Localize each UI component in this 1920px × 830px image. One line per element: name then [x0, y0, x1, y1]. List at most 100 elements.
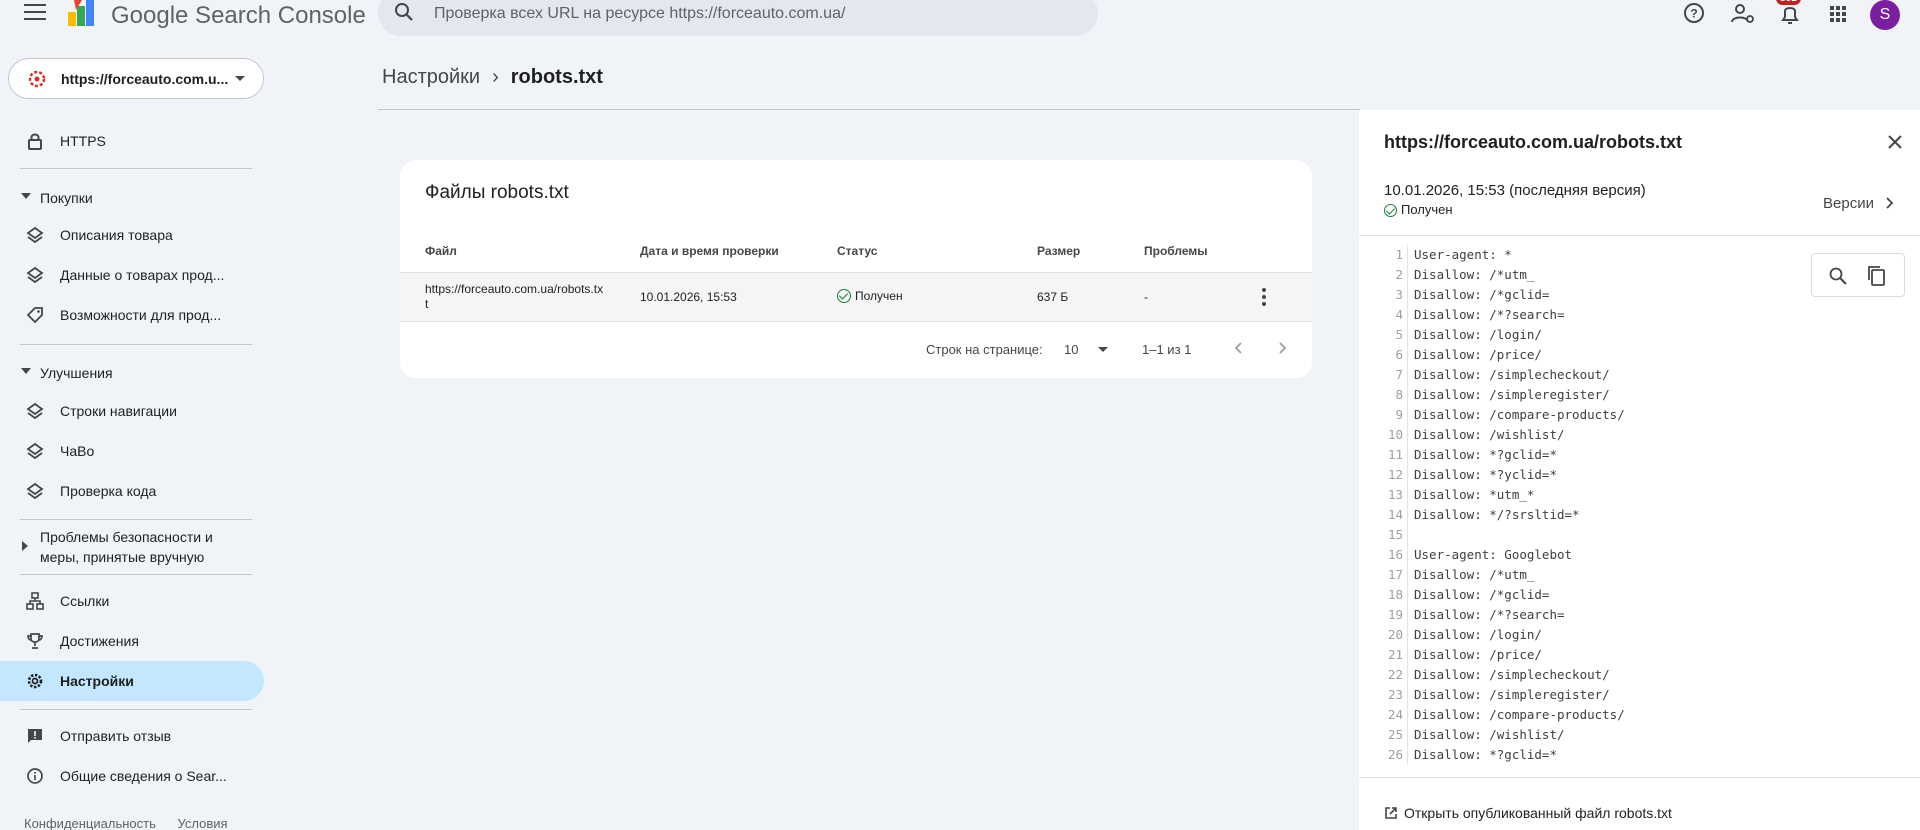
section-label: Покупки: [40, 190, 93, 206]
divider: [20, 168, 252, 169]
line-text: Disallow: /*gclid=: [1414, 287, 1550, 302]
section-enhancements[interactable]: Улучшения: [0, 361, 264, 385]
divider: [20, 709, 252, 710]
code-line: 17 Disallow: /*utm_: [1359, 565, 1920, 585]
chevron-down-icon: [235, 76, 245, 81]
line-number: 16: [1387, 547, 1403, 562]
sidebar-item-shopping-opportunities[interactable]: Возможности для прод...: [0, 295, 264, 335]
property-selector[interactable]: https://forceauto.com.u...: [8, 58, 264, 99]
divider: [20, 344, 252, 345]
property-gear-icon: [28, 70, 46, 88]
search-icon: [395, 3, 413, 21]
prev-page-icon[interactable]: [1232, 341, 1246, 355]
line-text: Disallow: /login/: [1414, 627, 1542, 642]
layers-icon: [26, 482, 44, 500]
section-shopping[interactable]: Покупки: [0, 186, 264, 210]
column-header-file: Файл: [425, 244, 457, 258]
line-number: 15: [1387, 527, 1403, 542]
sidebar-item-merchant-listings[interactable]: Данные о товарах прод...: [0, 255, 264, 295]
code-tools: [1811, 253, 1905, 297]
lock-icon: [28, 133, 42, 150]
copy-icon[interactable]: [1866, 264, 1888, 288]
search-placeholder: Проверка всех URL на ресурсе https://for…: [434, 5, 846, 22]
sidebar-item-product-snippets[interactable]: Описания товара: [0, 215, 264, 255]
sidebar-item-label: Проверка кода: [60, 483, 157, 499]
sidebar-item-breadcrumbs[interactable]: Строки навигации: [0, 391, 264, 431]
line-number: 6: [1395, 347, 1403, 362]
code-line: 7 Disallow: /simplecheckout/: [1359, 365, 1920, 385]
line-number: 17: [1387, 567, 1403, 582]
sitemap-icon: [26, 592, 44, 610]
sidebar-item-achievements[interactable]: Достижения: [0, 621, 264, 661]
menu-icon[interactable]: [24, 4, 46, 20]
sidebar-item-label: Настройки: [60, 673, 134, 689]
section-label: Проблемы безопасности и меры, принятые в…: [40, 529, 213, 565]
line-text: Disallow: /*?search=: [1414, 607, 1565, 622]
line-text: Disallow: *?gclid=*: [1414, 447, 1557, 462]
chevron-down-icon: [1098, 347, 1109, 352]
line-number: 22: [1387, 667, 1403, 682]
sidebar-item-faq[interactable]: ЧаВо: [0, 431, 264, 471]
sidebar-item-label: Строки навигации: [60, 403, 177, 419]
account-avatar[interactable]: S: [1870, 0, 1900, 30]
url-inspection-search[interactable]: Проверка всех URL на ресурсе https://for…: [378, 0, 1098, 36]
checked-date: 10.01.2026, 15:53: [640, 290, 737, 304]
chevron-right-icon: [1886, 197, 1894, 209]
apps-grid-icon[interactable]: [1824, 0, 1852, 28]
check-circle-icon: [837, 289, 851, 303]
sidebar-item-about[interactable]: Общие сведения о Sear...: [0, 756, 264, 796]
notification-badge: 301: [1776, 0, 1801, 5]
rows-per-page-value: 10: [1064, 342, 1079, 357]
trophy-icon: [27, 633, 43, 649]
help-icon[interactable]: ?: [1680, 0, 1708, 28]
code-line: 12 Disallow: *?yclid=*: [1359, 465, 1920, 485]
sidebar-item-code-check[interactable]: Проверка кода: [0, 471, 264, 511]
sidebar-item-settings[interactable]: Настройки: [0, 661, 264, 701]
manage-users-icon[interactable]: [1728, 0, 1756, 28]
open-in-new-icon: [1385, 807, 1397, 819]
line-text: Disallow: /price/: [1414, 347, 1542, 362]
line-number: 25: [1387, 727, 1403, 742]
gear-icon: [27, 673, 43, 689]
line-text: Disallow: /compare-products/: [1414, 707, 1625, 722]
version-date: 10.01.2026, 15:53 (последняя версия): [1384, 182, 1646, 199]
code-line: 11 Disallow: *?gclid=*: [1359, 445, 1920, 465]
card-title: Файлы robots.txt: [425, 182, 569, 203]
search-icon[interactable]: [1828, 266, 1848, 286]
robots-code-viewer: 1 User-agent: * 2 Disallow: /*utm_ 3 Disallow…: [1359, 245, 1920, 765]
search-console-logo[interactable]: [68, 0, 102, 28]
next-page-icon[interactable]: [1275, 341, 1289, 355]
code-line: 21 Disallow: /price/: [1359, 645, 1920, 665]
line-number: 26: [1387, 747, 1403, 762]
status-cell: Получен: [837, 289, 903, 303]
file-url[interactable]: https://forceauto.com.ua/robots.txt: [425, 282, 605, 312]
line-number: 13: [1387, 487, 1403, 502]
panel-status-text: Получен: [1401, 202, 1453, 217]
code-line: 22 Disallow: /simplecheckout/: [1359, 665, 1920, 685]
table-row[interactable]: https://forceauto.com.ua/robots.txt 10.0…: [400, 272, 1312, 322]
sidebar-item-feedback[interactable]: Отправить отзыв: [0, 716, 264, 756]
sidebar-item-https[interactable]: HTTPS: [0, 121, 264, 161]
section-security[interactable]: Проблемы безопасности и меры, принятые в…: [0, 525, 264, 571]
code-line: 16 User-agent: Googlebot: [1359, 545, 1920, 565]
top-app-bar: Google Search Console Проверка всех URL …: [0, 0, 1920, 46]
layers-icon: [26, 226, 44, 244]
close-icon[interactable]: [1887, 134, 1903, 150]
status-text: Получен: [855, 289, 903, 303]
sidebar-item-label: HTTPS: [60, 133, 106, 149]
versions-button[interactable]: Версии: [1823, 195, 1896, 212]
code-line: 24 Disallow: /compare-products/: [1359, 705, 1920, 725]
triangle-down-icon: [21, 368, 31, 374]
terms-link[interactable]: Условия: [178, 816, 228, 830]
triangle-right-icon: [22, 541, 28, 551]
sidebar-item-links[interactable]: Ссылки: [0, 581, 264, 621]
breadcrumb-parent[interactable]: Настройки: [382, 66, 480, 88]
code-line: 10 Disallow: /wishlist/: [1359, 425, 1920, 445]
line-text: Disallow: */?srsltid=*: [1414, 507, 1580, 522]
privacy-link[interactable]: Конфиденциальность: [24, 816, 156, 830]
rows-per-page-select[interactable]: 10: [1064, 342, 1109, 357]
more-vert-icon[interactable]: [1262, 288, 1266, 309]
open-published-file-link[interactable]: Открыть опубликованный файл robots.txt: [1384, 805, 1672, 821]
code-line: 15: [1359, 525, 1920, 545]
feedback-icon: [28, 729, 42, 743]
